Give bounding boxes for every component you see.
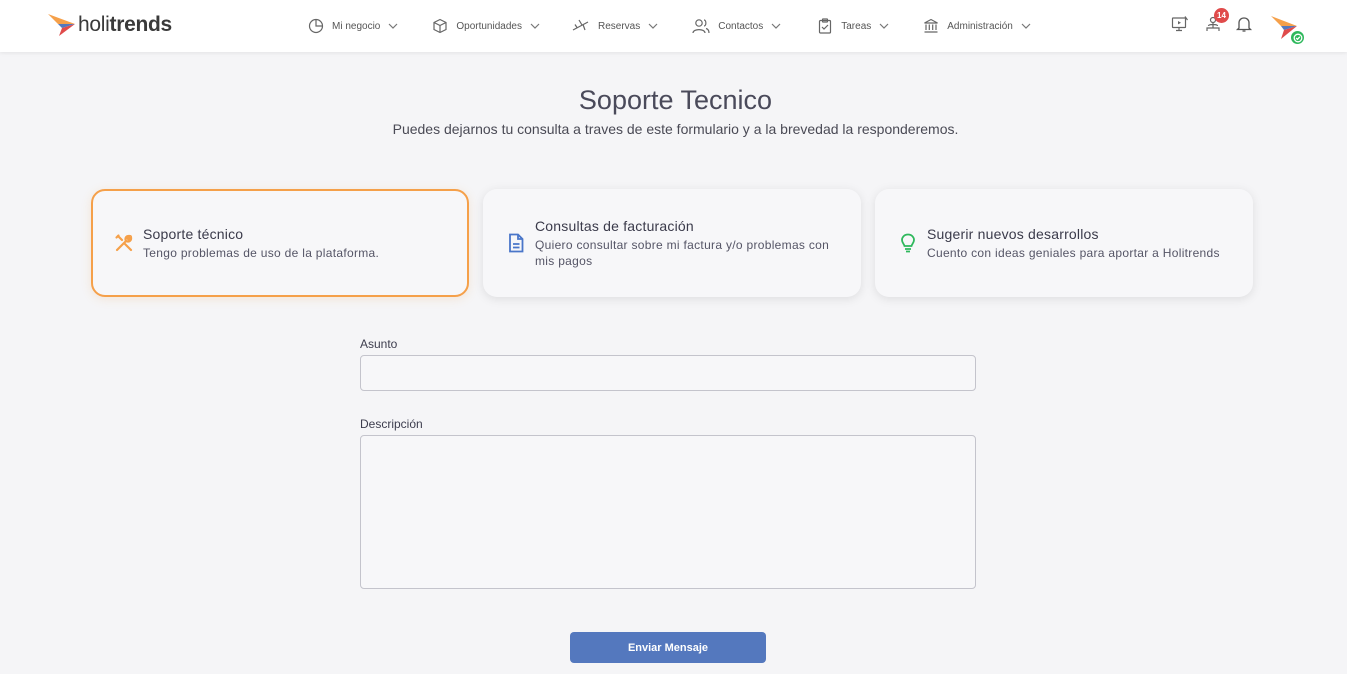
card-soporte-tecnico[interactable]: Soporte técnico Tengo problemas de uso d… xyxy=(91,189,469,297)
logo-text: holitrends xyxy=(78,13,172,36)
notifications-count-badge: 14 xyxy=(1214,8,1229,23)
presentation-icon[interactable] xyxy=(1170,14,1190,34)
online-status-icon xyxy=(1289,29,1306,46)
bell-icon[interactable] xyxy=(1234,14,1254,34)
nav-item-contactos[interactable]: Contactos xyxy=(692,0,781,52)
nav-label: Reservas xyxy=(597,20,641,32)
main-nav: Mi negocio Oportunidades Reservas Contac… xyxy=(308,0,1031,52)
description-label: Descripción xyxy=(360,417,423,431)
nav-item-oportunidades[interactable]: Oportunidades xyxy=(432,0,540,52)
card-text: Soporte técnico Tengo problemas de uso d… xyxy=(143,226,379,261)
holitrends-logo[interactable]: holitrends xyxy=(48,12,172,38)
cube-icon xyxy=(432,18,448,34)
page-title: Soporte Tecnico xyxy=(578,85,773,115)
nav-label: Contactos xyxy=(718,20,764,32)
card-description: Tengo problemas de uso de la plataforma. xyxy=(143,245,380,260)
chevron-down-icon xyxy=(388,21,398,31)
card-sugerir-desarrollos[interactable]: Sugerir nuevos desarrollos Cuento con id… xyxy=(875,189,1253,297)
card-title: Soporte técnico xyxy=(143,225,244,242)
nav-label: Administración xyxy=(947,20,1013,32)
card-text: Sugerir nuevos desarrollos Cuento con id… xyxy=(927,226,1220,261)
nav-label: Mi negocio xyxy=(332,20,381,32)
card-title: Sugerir nuevos desarrollos xyxy=(927,225,1099,242)
document-icon xyxy=(505,232,527,254)
pie-chart-icon xyxy=(308,18,324,34)
users-icon xyxy=(692,18,710,34)
nav-item-mi-negocio[interactable]: Mi negocio xyxy=(308,0,398,52)
description-textarea[interactable] xyxy=(360,435,976,589)
top-navbar: holitrends Mi negocio Oportunidades Rese… xyxy=(0,0,1347,52)
send-message-button[interactable]: Enviar Mensaje xyxy=(570,632,766,663)
page-subtitle: Puedes dejarnos tu consulta a traves de … xyxy=(392,121,959,137)
nav-item-administracion[interactable]: Administración xyxy=(923,0,1031,52)
chevron-down-icon xyxy=(648,21,658,31)
plane-icon xyxy=(572,18,590,34)
nav-item-reservas[interactable]: Reservas xyxy=(572,0,658,52)
clipboard-icon xyxy=(817,18,833,34)
card-description: Quiero consultar sobre mi factura y/o pr… xyxy=(535,237,830,268)
subject-input[interactable] xyxy=(360,355,976,391)
chevron-down-icon xyxy=(771,21,781,31)
logo-mark-icon xyxy=(48,14,75,36)
card-consultas-facturacion[interactable]: Consultas de facturación Quiero consulta… xyxy=(483,189,861,297)
card-title: Consultas de facturación xyxy=(535,217,694,234)
nav-label: Oportunidades xyxy=(456,20,522,32)
card-text: Consultas de facturación Quiero consulta… xyxy=(535,218,861,269)
nav-label: Tareas xyxy=(841,20,872,32)
tools-icon xyxy=(113,232,135,254)
chevron-down-icon xyxy=(1021,21,1031,31)
lightbulb-icon xyxy=(897,232,919,254)
chevron-down-icon xyxy=(530,21,540,31)
card-description: Cuento con ideas geniales para aportar a… xyxy=(927,245,1220,260)
nav-item-tareas[interactable]: Tareas xyxy=(817,0,889,52)
subject-label: Asunto xyxy=(360,337,398,351)
chevron-down-icon xyxy=(879,21,889,31)
bank-icon xyxy=(923,18,939,34)
